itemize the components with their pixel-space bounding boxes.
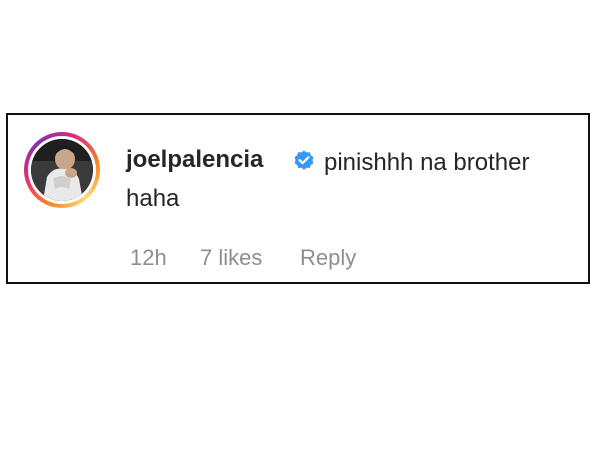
comment-timestamp: 12h: [130, 245, 167, 270]
reply-button[interactable]: Reply: [300, 245, 356, 271]
verified-badge-icon: [294, 150, 314, 170]
username-link[interactable]: joelpalencia: [126, 145, 263, 175]
avatar-photo-image: [31, 139, 93, 201]
likes-count-link[interactable]: 7 likes: [200, 245, 262, 271]
avatar-ring-gap: [28, 136, 96, 204]
comment-card: pinishhh na brother haha joelpalencia 12…: [6, 113, 590, 284]
avatar-story-ring[interactable]: [24, 132, 100, 208]
avatar[interactable]: [31, 139, 93, 201]
